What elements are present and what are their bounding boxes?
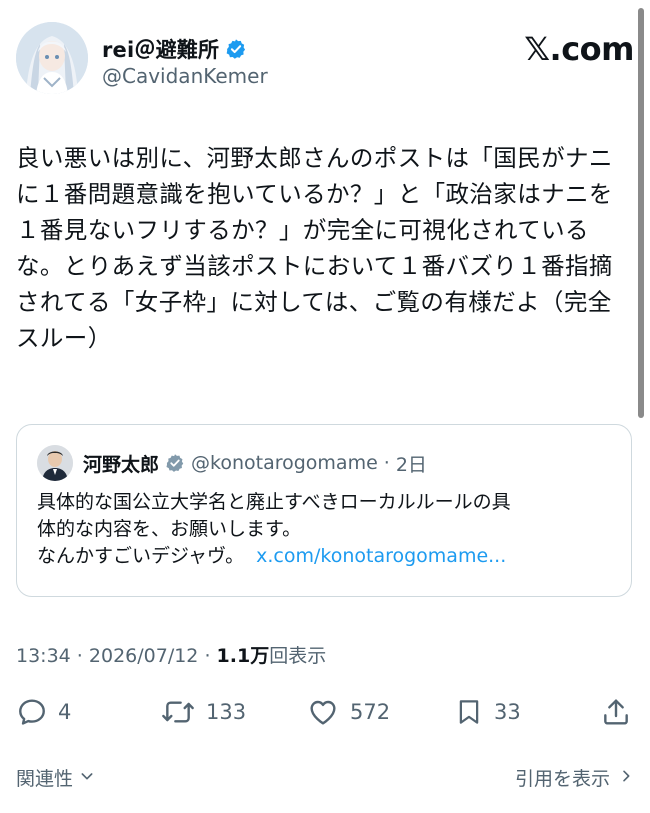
author-name[interactable]: rei＠避難所 xyxy=(102,34,219,64)
post-date[interactable]: 2026/07/12 xyxy=(89,645,199,667)
quoted-author-handle: @konotarogomame xyxy=(191,452,378,474)
author-avatar[interactable] xyxy=(16,22,88,94)
quoted-time: 2日 xyxy=(395,453,427,476)
chevron-right-icon xyxy=(618,767,634,789)
author-name-row: rei＠避難所 xyxy=(102,34,247,64)
repost-icon xyxy=(160,696,196,728)
reply-count: 4 xyxy=(58,700,72,724)
share-icon xyxy=(600,696,632,728)
repost-count: 133 xyxy=(206,700,247,724)
post-time[interactable]: 13:34 xyxy=(16,645,71,667)
quoted-text-line: 具体的な国公立大学名と廃止すべきローカルルールの具 xyxy=(37,491,511,513)
quoted-post-header: 河野太郎 @konotarogomame · 2日 xyxy=(37,445,427,481)
site-label: 𝕏.com xyxy=(524,30,634,68)
related-sort-dropdown[interactable]: 関連性 xyxy=(16,764,95,791)
verified-gov-badge-icon xyxy=(165,453,185,473)
bookmark-count: 33 xyxy=(494,700,521,724)
post-text: 良い悪いは別に、河野太郎さんのポストは「国民がナニに１番問題意識を抱いているか？… xyxy=(16,144,613,352)
quoted-author-avatar xyxy=(37,445,73,481)
quoted-author-name: 河野太郎 xyxy=(83,453,160,476)
share-button[interactable] xyxy=(600,690,632,734)
quoted-post-card[interactable]: 河野太郎 @konotarogomame · 2日 具体的な国公立大学名と廃止す… xyxy=(16,424,632,597)
meta-separator: · xyxy=(198,645,217,667)
view-count-label: 回表示 xyxy=(269,645,327,667)
view-count: 1.1万 xyxy=(216,645,270,667)
scrollbar[interactable] xyxy=(638,8,644,418)
quoted-text-line: なんかすごいデジャヴ。 x.com/konotarogomame... xyxy=(37,543,617,570)
related-label: 関連性 xyxy=(16,768,74,790)
chevron-down-icon xyxy=(79,767,95,789)
reply-icon xyxy=(16,696,48,728)
post-footer: 関連性 引用を表示 xyxy=(16,764,634,796)
bookmark-icon xyxy=(454,696,484,728)
bookmark-button[interactable]: 33 xyxy=(454,690,521,734)
verified-badge-icon xyxy=(225,38,247,60)
like-count: 572 xyxy=(350,700,391,724)
quoted-text-line-3: なんかすごいデジャヴ。 xyxy=(37,545,245,567)
post-header: rei＠避難所 @CavidanKemer 𝕏.com xyxy=(16,22,636,102)
repost-button[interactable]: 133 xyxy=(160,690,246,734)
quoted-text-line: 体的な内容を、お願いします。 xyxy=(37,518,302,540)
author-handle[interactable]: @CavidanKemer xyxy=(102,64,268,88)
reply-button[interactable]: 4 xyxy=(16,690,71,734)
action-bar: 4 133 572 33 xyxy=(16,690,636,734)
view-quotes-link[interactable]: 引用を表示 xyxy=(515,764,634,791)
quoted-post-text: 具体的な国公立大学名と廃止すべきローカルルールの具 体的な内容を、お願いします。… xyxy=(37,489,617,570)
like-button[interactable]: 572 xyxy=(306,690,390,734)
meta-separator: · xyxy=(70,645,89,667)
quoted-link[interactable]: x.com/konotarogomame... xyxy=(256,545,506,567)
quoted-separator: · xyxy=(383,452,390,474)
post-meta: 13:34 · 2026/07/12 · 1.1万回表示 xyxy=(16,641,326,668)
view-quotes-label: 引用を表示 xyxy=(514,768,610,790)
heart-icon xyxy=(306,696,340,728)
